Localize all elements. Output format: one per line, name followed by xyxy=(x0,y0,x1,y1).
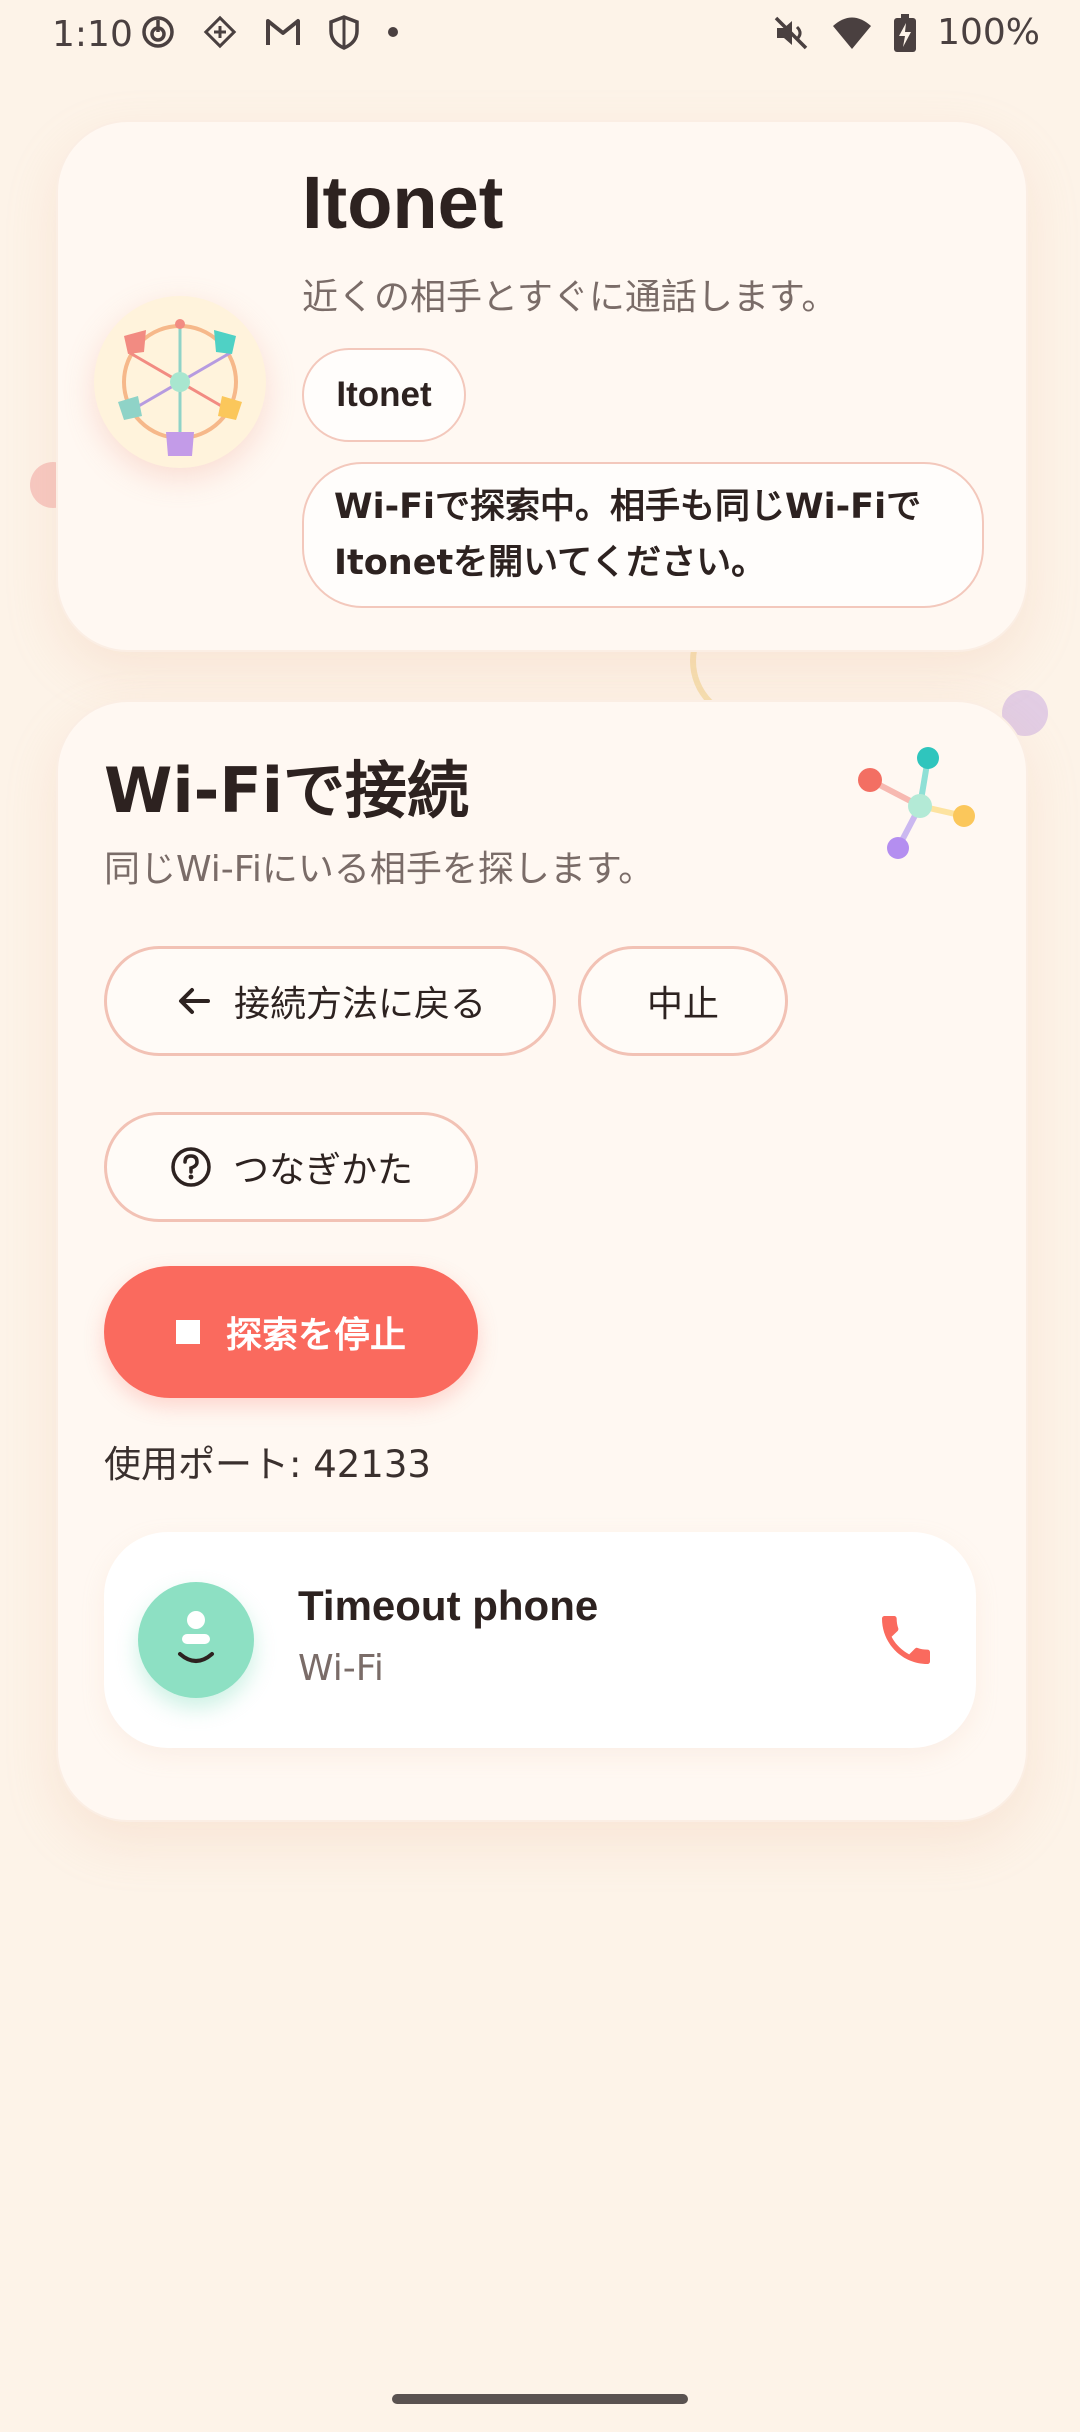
section-title: Wi-Fiで接続 xyxy=(104,754,469,827)
shield-icon xyxy=(329,15,359,50)
status-icons-left xyxy=(140,14,400,50)
arrow-left-icon xyxy=(178,988,210,1014)
app-subtitle: 近くの相手とすぐに通話します。 xyxy=(302,277,838,318)
diamond-icon xyxy=(203,15,237,49)
howto-button[interactable]: つなぎかた xyxy=(104,1112,478,1222)
app-title: Itonet xyxy=(302,161,504,244)
peer-transport: Wi-Fi xyxy=(298,1648,384,1689)
battery-charging-icon xyxy=(894,13,917,52)
back-to-methods-button[interactable]: 接続方法に戻る xyxy=(104,946,556,1056)
power-icon xyxy=(142,16,174,48)
status-chip: Wi-Fiで探索中。相手も同じWi-Fiで Itonetを開いてください。 xyxy=(302,462,984,608)
status-icons-right: 100% xyxy=(771,12,1040,53)
phone-icon xyxy=(882,1616,930,1664)
home-indicator[interactable] xyxy=(392,2394,688,2404)
howto-button-label: つなぎかた xyxy=(232,1150,413,1191)
gmail-icon xyxy=(266,19,300,45)
port-text: 使用ポート: 42133 xyxy=(104,1443,431,1486)
back-button-label: 接続方法に戻る xyxy=(233,984,486,1025)
section-subtitle: 同じWi-Fiにいる相手を探します。 xyxy=(104,849,655,890)
itonet-logo-graphic xyxy=(118,319,242,456)
network-icon xyxy=(858,747,975,859)
help-icon xyxy=(171,1147,211,1187)
face-icon xyxy=(138,1582,254,1698)
status-time: 1:10 xyxy=(52,14,133,55)
cancel-button[interactable]: 中止 xyxy=(578,946,788,1056)
dot-icon xyxy=(388,27,398,37)
mute-icon xyxy=(774,16,808,49)
call-button[interactable] xyxy=(874,1608,938,1672)
name-chip: Itonet xyxy=(302,348,466,442)
itonet-logo xyxy=(94,296,266,468)
stop-search-button[interactable]: 探索を停止 xyxy=(104,1266,478,1398)
cancel-button-label: 中止 xyxy=(646,984,719,1025)
wifi-icon xyxy=(833,17,872,49)
battery-percent: 100% xyxy=(937,12,1040,53)
stop-button-label: 探索を停止 xyxy=(225,1315,406,1356)
stop-icon xyxy=(175,1320,200,1344)
peer-name: Timeout phone xyxy=(298,1582,599,1629)
